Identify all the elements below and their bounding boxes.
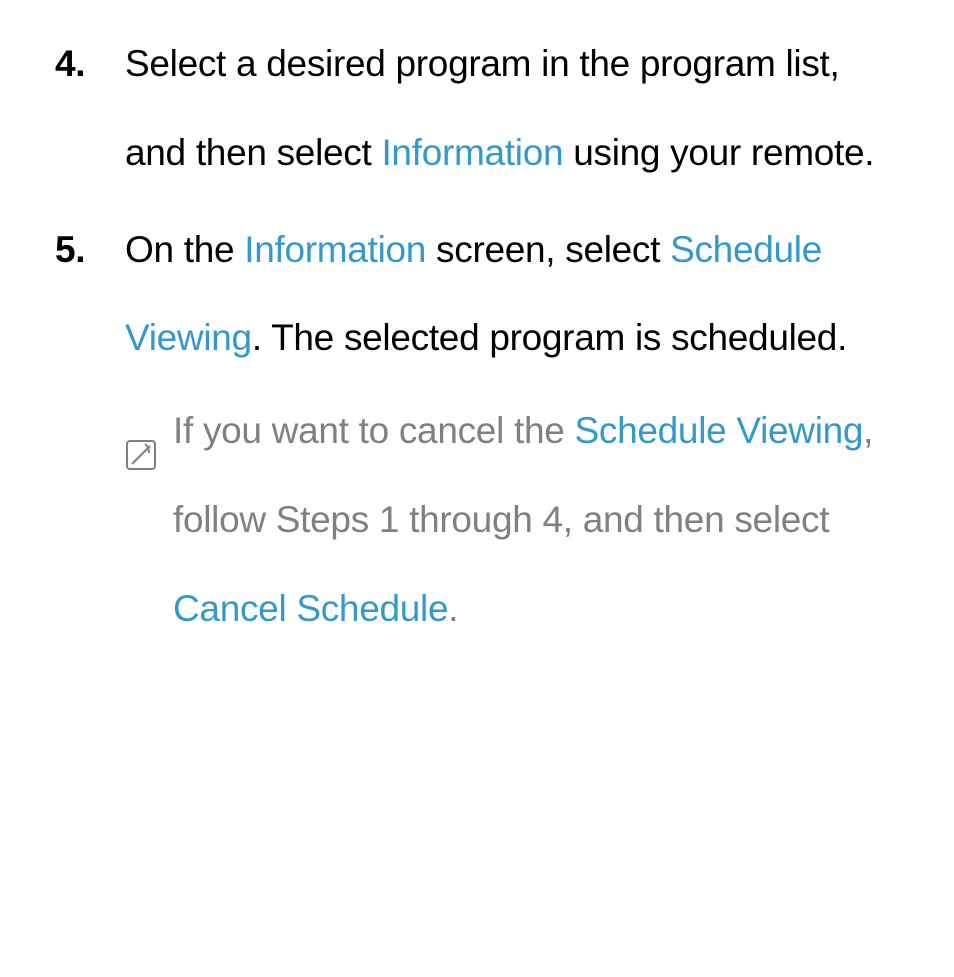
step-4-highlight-1: Information xyxy=(381,132,563,173)
note-highlight-2: Cancel Schedule xyxy=(173,588,448,629)
step-4-text-2: using your remote. xyxy=(563,132,874,173)
step-5-body: On the Information screen, select Schedu… xyxy=(95,206,899,384)
step-5-highlight-1: Information xyxy=(244,229,426,270)
note-highlight-1: Schedule Viewing xyxy=(575,410,864,451)
step-4-body: Select a desired program in the program … xyxy=(95,20,899,198)
note-icon xyxy=(125,415,157,447)
step-5: 5. On the Information screen, select Sch… xyxy=(95,206,899,654)
note-text-3: . xyxy=(448,588,458,629)
step-4: 4. Select a desired program in the progr… xyxy=(95,20,899,198)
step-number-5: 5. xyxy=(55,206,85,295)
step-number-4: 4. xyxy=(55,20,85,109)
step-5-text-3: . The selected program is scheduled. xyxy=(252,317,847,358)
note-text-1: If you want to cancel the xyxy=(173,410,575,451)
step-5-text-1: On the xyxy=(125,229,244,270)
note: If you want to cancel the Schedule Viewi… xyxy=(95,387,899,653)
step-5-text-2: screen, select xyxy=(426,229,670,270)
